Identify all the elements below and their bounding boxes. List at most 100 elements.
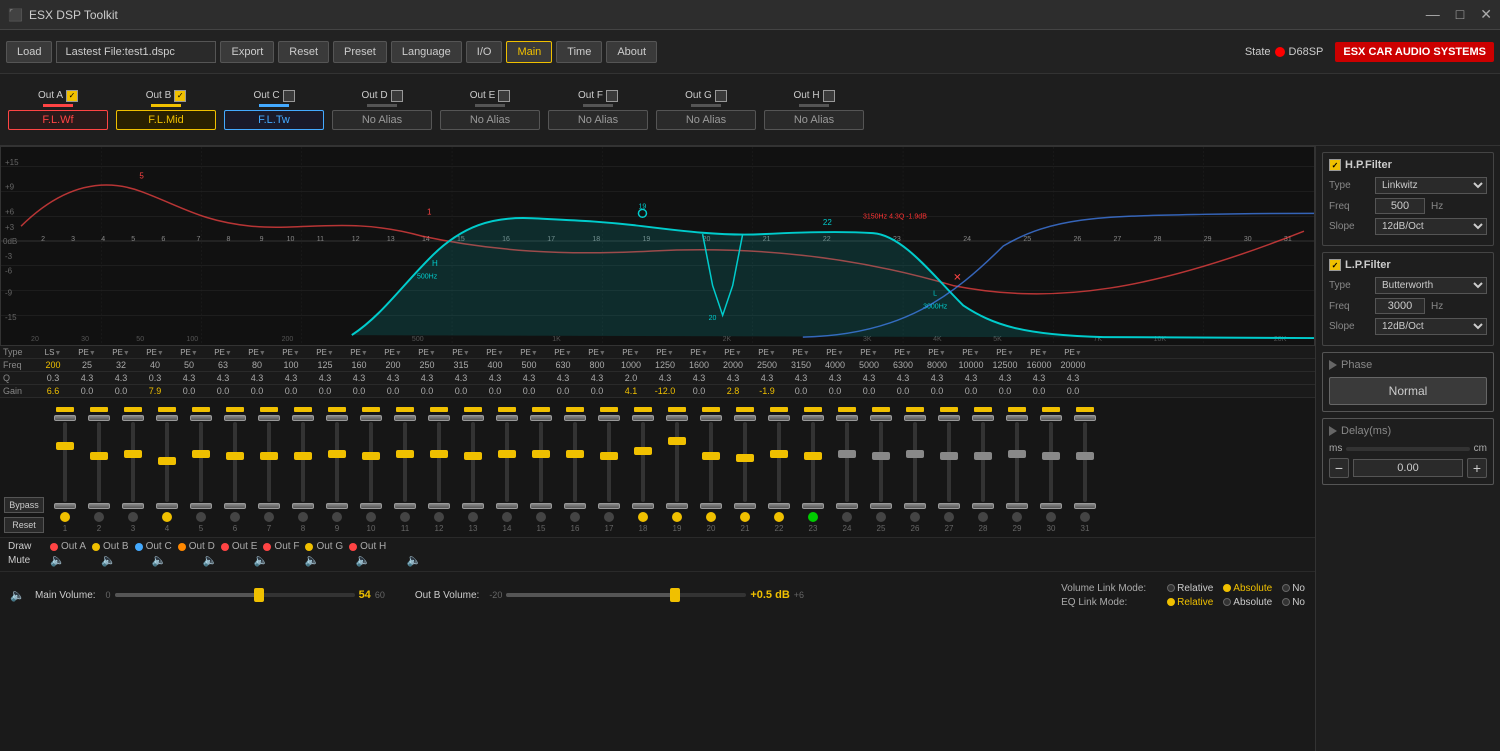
- led-dot-28[interactable]: [978, 512, 988, 522]
- fader-knob-bot-24[interactable]: [836, 503, 858, 509]
- led-dot-9[interactable]: [332, 512, 342, 522]
- led-dot-2[interactable]: [94, 512, 104, 522]
- bypass-slider-27[interactable]: [940, 407, 958, 412]
- led-dot-24[interactable]: [842, 512, 852, 522]
- eq-cell-eq-gain-cells-13[interactable]: 0.0: [444, 385, 478, 397]
- bypass-slider-26[interactable]: [906, 407, 924, 412]
- eq-link-relative[interactable]: Relative: [1167, 597, 1213, 608]
- fader-knob-top-7[interactable]: [258, 415, 280, 421]
- draw-ch-c[interactable]: Out C: [135, 541, 172, 552]
- led-dot-15[interactable]: [536, 512, 546, 522]
- fader-knob-bot-2[interactable]: [88, 503, 110, 509]
- led-dot-11[interactable]: [400, 512, 410, 522]
- fader-knob-top-4[interactable]: [156, 415, 178, 421]
- fader-knob-bot-22[interactable]: [768, 503, 790, 509]
- eq-cell-eq-type-cells-14[interactable]: PE▼: [478, 346, 512, 358]
- eq-cell-eq-freq-cells-20[interactable]: 1600: [682, 359, 716, 371]
- led-dot-10[interactable]: [366, 512, 376, 522]
- vol-link-relative[interactable]: Relative: [1167, 583, 1213, 594]
- eq-cell-eq-freq-cells-21[interactable]: 2000: [716, 359, 750, 371]
- ch-d-checkbox[interactable]: [391, 90, 403, 102]
- fader-knob-bot-18[interactable]: [632, 503, 654, 509]
- vol-link-no[interactable]: No: [1282, 583, 1305, 594]
- eq-cell-eq-q-cells-17[interactable]: 4.3: [580, 372, 614, 384]
- led-dot-17[interactable]: [604, 512, 614, 522]
- eq-cell-eq-gain-cells-25[interactable]: 0.0: [852, 385, 886, 397]
- eq-cell-eq-q-cells-22[interactable]: 4.3: [750, 372, 784, 384]
- bypass-slider-18[interactable]: [634, 407, 652, 412]
- eq-cell-eq-gain-cells-29[interactable]: 0.0: [988, 385, 1022, 397]
- bypass-slider-24[interactable]: [838, 407, 856, 412]
- bypass-slider-15[interactable]: [532, 407, 550, 412]
- eq-cell-eq-type-cells-25[interactable]: PE▼: [852, 346, 886, 358]
- eq-link-no[interactable]: No: [1282, 597, 1305, 608]
- bypass-slider-12[interactable]: [430, 407, 448, 412]
- eq-cell-eq-gain-cells-6[interactable]: 0.0: [206, 385, 240, 397]
- language-button[interactable]: Language: [391, 41, 462, 63]
- eq-cell-eq-gain-cells-10[interactable]: 0.0: [342, 385, 376, 397]
- led-dot-19[interactable]: [672, 512, 682, 522]
- ch-b-checkbox[interactable]: ✓: [174, 90, 186, 102]
- eq-cell-eq-type-cells-29[interactable]: PE▼: [988, 346, 1022, 358]
- fader-thumb-12[interactable]: [430, 450, 448, 458]
- fader-knob-bot-19[interactable]: [666, 503, 688, 509]
- fader-thumb-9[interactable]: [328, 450, 346, 458]
- eq-cell-eq-q-cells-14[interactable]: 4.3: [478, 372, 512, 384]
- eq-cell-eq-freq-cells-18[interactable]: 1000: [614, 359, 648, 371]
- fader-knob-bot-12[interactable]: [428, 503, 450, 509]
- bypass-slider-2[interactable]: [90, 407, 108, 412]
- fader-knob-bot-5[interactable]: [190, 503, 212, 509]
- led-dot-27[interactable]: [944, 512, 954, 522]
- eq-cell-eq-gain-cells-24[interactable]: 0.0: [818, 385, 852, 397]
- eq-cell-eq-freq-cells-22[interactable]: 2500: [750, 359, 784, 371]
- fader-knob-bot-25[interactable]: [870, 503, 892, 509]
- eq-cell-eq-freq-cells-6[interactable]: 63: [206, 359, 240, 371]
- eq-cell-eq-freq-cells-26[interactable]: 6300: [886, 359, 920, 371]
- ch-c-button[interactable]: F.L.Tw: [224, 110, 324, 130]
- eq-cell-eq-freq-cells-14[interactable]: 400: [478, 359, 512, 371]
- fader-thumb-6[interactable]: [226, 452, 244, 460]
- fader-thumb-30[interactable]: [1042, 452, 1060, 460]
- eq-cell-eq-freq-cells-12[interactable]: 250: [410, 359, 444, 371]
- eq-cell-eq-q-cells-11[interactable]: 4.3: [376, 372, 410, 384]
- ch-g-button[interactable]: No Alias: [656, 110, 756, 130]
- fader-knob-bot-13[interactable]: [462, 503, 484, 509]
- eq-cell-eq-type-cells-31[interactable]: PE▼: [1056, 346, 1090, 358]
- eq-cell-eq-type-cells-20[interactable]: PE▼: [682, 346, 716, 358]
- eq-cell-eq-gain-cells-3[interactable]: 0.0: [104, 385, 138, 397]
- fader-knob-top-10[interactable]: [360, 415, 382, 421]
- led-dot-6[interactable]: [230, 512, 240, 522]
- bypass-slider-22[interactable]: [770, 407, 788, 412]
- fader-thumb-14[interactable]: [498, 450, 516, 458]
- eq-cell-eq-gain-cells-21[interactable]: 2.8: [716, 385, 750, 397]
- eq-cell-eq-type-cells-12[interactable]: PE▼: [410, 346, 444, 358]
- led-dot-20[interactable]: [706, 512, 716, 522]
- eq-cell-eq-gain-cells-7[interactable]: 0.0: [240, 385, 274, 397]
- eq-cell-eq-freq-cells-31[interactable]: 20000: [1056, 359, 1090, 371]
- draw-ch-f[interactable]: Out F: [263, 541, 299, 552]
- fader-thumb-27[interactable]: [940, 452, 958, 460]
- fader-knob-bot-29[interactable]: [1006, 503, 1028, 509]
- bypass-slider-11[interactable]: [396, 407, 414, 412]
- fader-knob-bot-23[interactable]: [802, 503, 824, 509]
- eq-cell-eq-q-cells-9[interactable]: 4.3: [308, 372, 342, 384]
- eq-cell-eq-freq-cells-28[interactable]: 10000: [954, 359, 988, 371]
- eq-cell-eq-type-cells-22[interactable]: PE▼: [750, 346, 784, 358]
- ch-d-button[interactable]: No Alias: [332, 110, 432, 130]
- bypass-slider-21[interactable]: [736, 407, 754, 412]
- eq-cell-eq-q-cells-30[interactable]: 4.3: [1022, 372, 1056, 384]
- fader-knob-top-26[interactable]: [904, 415, 926, 421]
- lp-type-select[interactable]: Butterworth Linkwitz Bessel: [1375, 277, 1487, 294]
- bypass-slider-28[interactable]: [974, 407, 992, 412]
- eq-cell-eq-q-cells-16[interactable]: 4.3: [546, 372, 580, 384]
- eq-cell-eq-q-cells-13[interactable]: 4.3: [444, 372, 478, 384]
- eq-cell-eq-freq-cells-3[interactable]: 32: [104, 359, 138, 371]
- fader-thumb-29[interactable]: [1008, 450, 1026, 458]
- eq-cell-eq-freq-cells-29[interactable]: 12500: [988, 359, 1022, 371]
- delay-plus-button[interactable]: +: [1467, 458, 1487, 478]
- eq-cell-eq-q-cells-8[interactable]: 4.3: [274, 372, 308, 384]
- mute-c-icon[interactable]: 🔈: [152, 553, 167, 567]
- ch-g-checkbox[interactable]: [715, 90, 727, 102]
- bypass-slider-16[interactable]: [566, 407, 584, 412]
- eq-cell-eq-type-cells-3[interactable]: PE▼: [104, 346, 138, 358]
